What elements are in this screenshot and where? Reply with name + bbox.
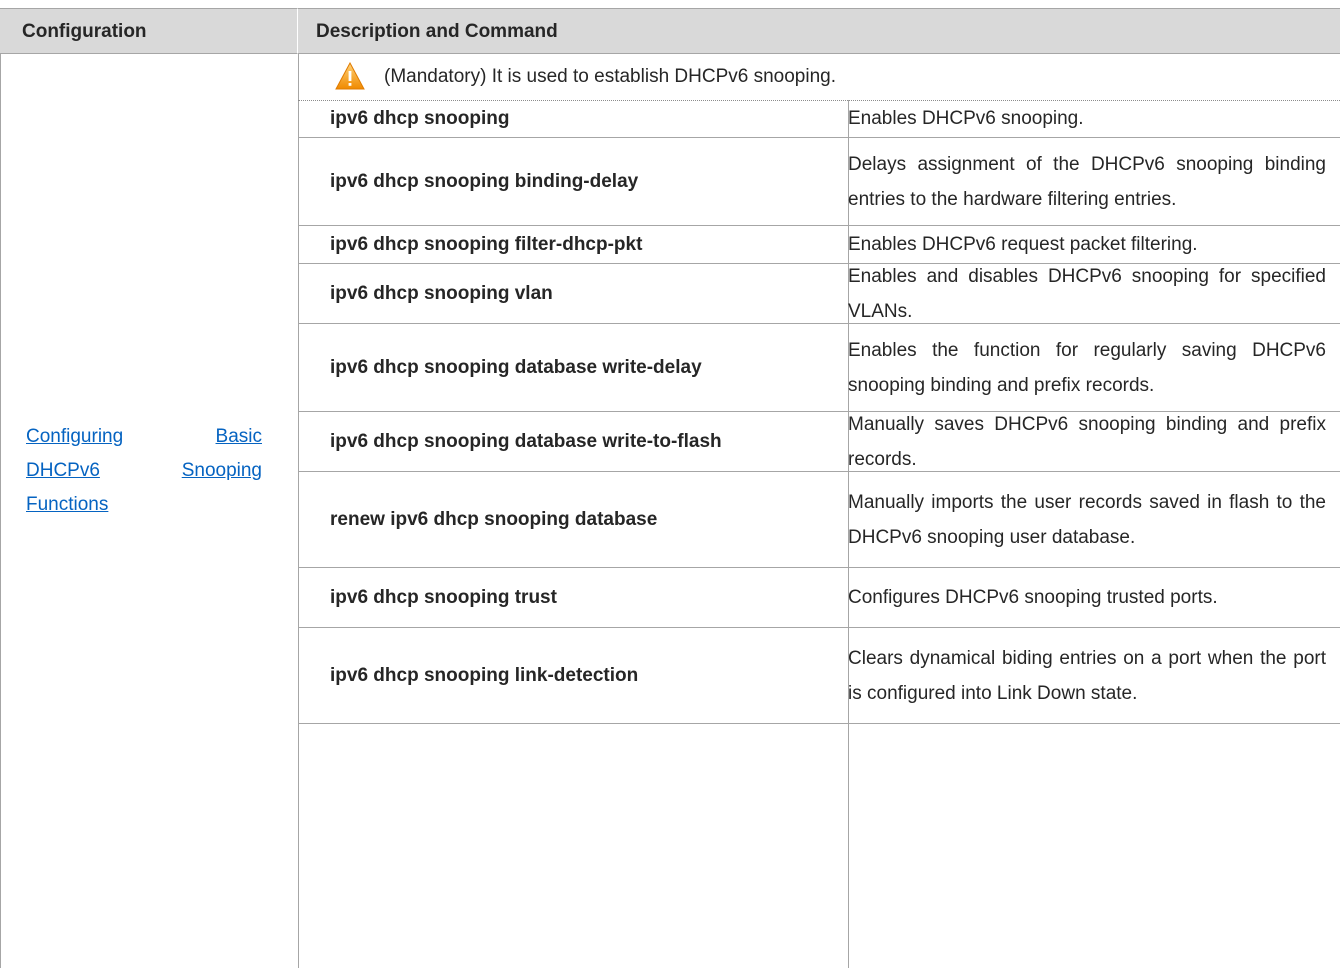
table-row: ipv6 dhcp snooping database write-delay E… <box>298 324 1340 412</box>
command-cell: ipv6 dhcp snooping trust <box>330 586 557 608</box>
command-cell: ipv6 dhcp snooping binding-delay <box>330 170 639 192</box>
mandatory-note: (Mandatory) It is used to establish DHCP… <box>298 54 1340 101</box>
note-text: (Mandatory) It is used to establish DHCP… <box>384 66 836 87</box>
table-row: renew ipv6 dhcp snooping database Manuall… <box>298 472 1340 568</box>
command-cell: ipv6 dhcp snooping <box>330 107 510 129</box>
table-row: ipv6 dhcp snooping Enables DHCPv6 snoopin… <box>298 100 1340 138</box>
description-cell: Enables DHCPv6 request packet filtering. <box>848 234 1198 255</box>
command-cell: ipv6 dhcp snooping database write-to-fla… <box>330 430 722 452</box>
command-cell: ipv6 dhcp snooping filter-dhcp-pkt <box>330 233 643 255</box>
table-border-left <box>0 54 1 968</box>
table-row: ipv6 dhcp snooping link-detection Clears … <box>298 628 1340 724</box>
command-cell: ipv6 dhcp snooping database write-delay <box>330 356 702 378</box>
command-cell: ipv6 dhcp snooping vlan <box>330 282 553 304</box>
description-cell: Delays assignment of the DHCPv6 snooping… <box>848 153 1326 210</box>
description-cell: Manually imports the user records saved … <box>848 491 1326 548</box>
warning-icon <box>335 62 365 90</box>
table-row: ipv6 dhcp snooping vlan Enables and disab… <box>298 264 1340 324</box>
description-cell: Enables DHCPv6 snooping. <box>848 108 1084 129</box>
command-cell: ipv6 dhcp snooping link-detection <box>330 664 639 686</box>
command-cell: renew ipv6 dhcp snooping database <box>330 508 658 530</box>
table-row: ipv6 dhcp snooping database write-to-fla… <box>298 412 1340 472</box>
configuring-basic-dhcpv6-snooping-link[interactable]: Configuring Basic DHCPv6 Snooping Functi… <box>26 420 262 522</box>
header-description: Description and Command <box>298 8 1340 54</box>
table-row: ipv6 dhcp snooping trust Configures DHCPv… <box>298 568 1340 628</box>
description-cell: Configures DHCPv6 snooping trusted ports… <box>848 587 1218 608</box>
description-cell: Clears dynamical biding entries on a por… <box>848 647 1326 704</box>
header-configuration: Configuration <box>0 8 298 54</box>
description-cell: Manually saves DHCPv6 snooping binding a… <box>848 413 1326 470</box>
table-row: ipv6 dhcp snooping binding-delay Delays a… <box>298 138 1340 226</box>
description-cell: Enables and disables DHCPv6 snooping for… <box>848 265 1326 322</box>
description-cell: Enables the function for regularly savin… <box>848 339 1326 396</box>
